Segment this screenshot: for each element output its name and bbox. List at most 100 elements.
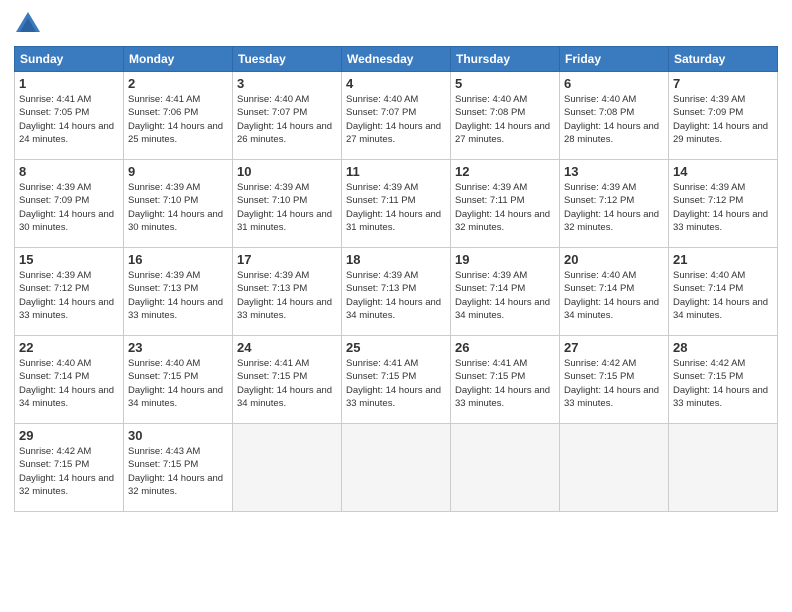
day-number: 20 [564, 252, 664, 267]
day-cell-16: 16 Sunrise: 4:39 AMSunset: 7:13 PMDayligh… [124, 248, 233, 336]
page: Sunday Monday Tuesday Wednesday Thursday… [0, 0, 792, 612]
day-info: Sunrise: 4:39 AMSunset: 7:13 PMDaylight:… [237, 270, 332, 321]
logo-icon [14, 10, 42, 38]
day-cell-10: 10 Sunrise: 4:39 AMSunset: 7:10 PMDayligh… [233, 160, 342, 248]
day-info: Sunrise: 4:42 AMSunset: 7:15 PMDaylight:… [19, 446, 114, 497]
week-row-5: 29 Sunrise: 4:42 AMSunset: 7:15 PMDayligh… [15, 424, 778, 512]
day-number: 12 [455, 164, 555, 179]
day-cell-8: 8 Sunrise: 4:39 AMSunset: 7:09 PMDaylight… [15, 160, 124, 248]
day-cell-28: 28Sunrise: 4:42 AMSunset: 7:15 PMDayligh… [669, 336, 778, 424]
day-cell-21: 21 Sunrise: 4:40 AMSunset: 7:14 PMDayligh… [669, 248, 778, 336]
day-cell-18: 18 Sunrise: 4:39 AMSunset: 7:13 PMDayligh… [342, 248, 451, 336]
header-wednesday: Wednesday [342, 47, 451, 72]
day-cell-4: 4 Sunrise: 4:40 AMSunset: 7:07 PMDaylight… [342, 72, 451, 160]
day-number: 4 [346, 76, 446, 91]
day-info: Sunrise: 4:40 AMSunset: 7:07 PMDaylight:… [237, 94, 332, 145]
day-info: Sunrise: 4:40 AMSunset: 7:14 PMDaylight:… [564, 270, 659, 321]
day-info: Sunrise: 4:41 AMSunset: 7:15 PMDaylight:… [455, 358, 550, 409]
day-number: 30 [128, 428, 228, 443]
day-cell-20: 20 Sunrise: 4:40 AMSunset: 7:14 PMDayligh… [560, 248, 669, 336]
day-info: Sunrise: 4:40 AMSunset: 7:08 PMDaylight:… [455, 94, 550, 145]
day-cell-27: 27Sunrise: 4:42 AMSunset: 7:15 PMDayligh… [560, 336, 669, 424]
day-cell-12: 12 Sunrise: 4:39 AMSunset: 7:11 PMDayligh… [451, 160, 560, 248]
day-info: Sunrise: 4:41 AMSunset: 7:05 PMDaylight:… [19, 94, 114, 145]
day-number: 24 [237, 340, 337, 355]
day-number: 27 [564, 340, 664, 355]
day-info: Sunrise: 4:40 AMSunset: 7:07 PMDaylight:… [346, 94, 441, 145]
day-number: 5 [455, 76, 555, 91]
day-number: 25 [346, 340, 446, 355]
day-number: 10 [237, 164, 337, 179]
week-row-4: 22Sunrise: 4:40 AMSunset: 7:14 PMDayligh… [15, 336, 778, 424]
logo [14, 10, 46, 38]
day-number: 26 [455, 340, 555, 355]
day-cell-6: 6 Sunrise: 4:40 AMSunset: 7:08 PMDaylight… [560, 72, 669, 160]
day-number: 14 [673, 164, 773, 179]
empty-cell [451, 424, 560, 512]
day-number: 9 [128, 164, 228, 179]
day-info: Sunrise: 4:39 AMSunset: 7:14 PMDaylight:… [455, 270, 550, 321]
day-number: 15 [19, 252, 119, 267]
week-row-1: 1 Sunrise: 4:41 AMSunset: 7:05 PMDaylight… [15, 72, 778, 160]
day-cell-30: 30 Sunrise: 4:43 AMSunset: 7:15 PMDayligh… [124, 424, 233, 512]
day-number: 19 [455, 252, 555, 267]
day-info: Sunrise: 4:39 AMSunset: 7:12 PMDaylight:… [19, 270, 114, 321]
day-info: Sunrise: 4:39 AMSunset: 7:11 PMDaylight:… [455, 182, 550, 233]
day-cell-22: 22Sunrise: 4:40 AMSunset: 7:14 PMDayligh… [15, 336, 124, 424]
day-number: 17 [237, 252, 337, 267]
day-info: Sunrise: 4:39 AMSunset: 7:09 PMDaylight:… [19, 182, 114, 233]
day-info: Sunrise: 4:43 AMSunset: 7:15 PMDaylight:… [128, 446, 223, 497]
day-cell-29: 29 Sunrise: 4:42 AMSunset: 7:15 PMDayligh… [15, 424, 124, 512]
day-number: 7 [673, 76, 773, 91]
empty-cell [342, 424, 451, 512]
weekday-header-row: Sunday Monday Tuesday Wednesday Thursday… [15, 47, 778, 72]
day-info: Sunrise: 4:40 AMSunset: 7:08 PMDaylight:… [564, 94, 659, 145]
day-info: Sunrise: 4:39 AMSunset: 7:13 PMDaylight:… [346, 270, 441, 321]
day-cell-3: 3Sunrise: 4:40 AMSunset: 7:07 PMDaylight… [233, 72, 342, 160]
calendar: Sunday Monday Tuesday Wednesday Thursday… [14, 46, 778, 512]
day-number: 28 [673, 340, 773, 355]
header-sunday: Sunday [15, 47, 124, 72]
day-cell-7: 7Sunrise: 4:39 AMSunset: 7:09 PMDaylight… [669, 72, 778, 160]
day-cell-14: 14 Sunrise: 4:39 AMSunset: 7:12 PMDayligh… [669, 160, 778, 248]
day-info: Sunrise: 4:41 AMSunset: 7:15 PMDaylight:… [237, 358, 332, 409]
day-cell-17: 17 Sunrise: 4:39 AMSunset: 7:13 PMDayligh… [233, 248, 342, 336]
day-number: 21 [673, 252, 773, 267]
day-cell-26: 26 Sunrise: 4:41 AMSunset: 7:15 PMDayligh… [451, 336, 560, 424]
header-monday: Monday [124, 47, 233, 72]
day-number: 16 [128, 252, 228, 267]
week-row-3: 15 Sunrise: 4:39 AMSunset: 7:12 PMDayligh… [15, 248, 778, 336]
day-info: Sunrise: 4:39 AMSunset: 7:12 PMDaylight:… [564, 182, 659, 233]
day-number: 13 [564, 164, 664, 179]
header [14, 10, 778, 38]
header-saturday: Saturday [669, 47, 778, 72]
day-cell-25: 25 Sunrise: 4:41 AMSunset: 7:15 PMDayligh… [342, 336, 451, 424]
day-cell-11: 11 Sunrise: 4:39 AMSunset: 7:11 PMDayligh… [342, 160, 451, 248]
header-tuesday: Tuesday [233, 47, 342, 72]
day-number: 11 [346, 164, 446, 179]
week-row-2: 8 Sunrise: 4:39 AMSunset: 7:09 PMDaylight… [15, 160, 778, 248]
day-number: 6 [564, 76, 664, 91]
day-info: Sunrise: 4:40 AMSunset: 7:14 PMDaylight:… [673, 270, 768, 321]
day-info: Sunrise: 4:39 AMSunset: 7:12 PMDaylight:… [673, 182, 768, 233]
day-info: Sunrise: 4:39 AMSunset: 7:10 PMDaylight:… [128, 182, 223, 233]
day-number: 2 [128, 76, 228, 91]
day-number: 18 [346, 252, 446, 267]
day-info: Sunrise: 4:41 AMSunset: 7:15 PMDaylight:… [346, 358, 441, 409]
day-info: Sunrise: 4:39 AMSunset: 7:10 PMDaylight:… [237, 182, 332, 233]
day-number: 29 [19, 428, 119, 443]
empty-cell [560, 424, 669, 512]
day-cell-2: 2Sunrise: 4:41 AMSunset: 7:06 PMDaylight… [124, 72, 233, 160]
day-cell-9: 9 Sunrise: 4:39 AMSunset: 7:10 PMDaylight… [124, 160, 233, 248]
day-number: 8 [19, 164, 119, 179]
header-thursday: Thursday [451, 47, 560, 72]
day-cell-23: 23Sunrise: 4:40 AMSunset: 7:15 PMDayligh… [124, 336, 233, 424]
day-info: Sunrise: 4:39 AMSunset: 7:13 PMDaylight:… [128, 270, 223, 321]
day-cell-13: 13 Sunrise: 4:39 AMSunset: 7:12 PMDayligh… [560, 160, 669, 248]
day-number: 1 [19, 76, 119, 91]
day-info: Sunrise: 4:40 AMSunset: 7:15 PMDaylight:… [128, 358, 223, 409]
empty-cell [669, 424, 778, 512]
day-cell-5: 5 Sunrise: 4:40 AMSunset: 7:08 PMDaylight… [451, 72, 560, 160]
day-cell-15: 15 Sunrise: 4:39 AMSunset: 7:12 PMDayligh… [15, 248, 124, 336]
day-info: Sunrise: 4:39 AMSunset: 7:11 PMDaylight:… [346, 182, 441, 233]
